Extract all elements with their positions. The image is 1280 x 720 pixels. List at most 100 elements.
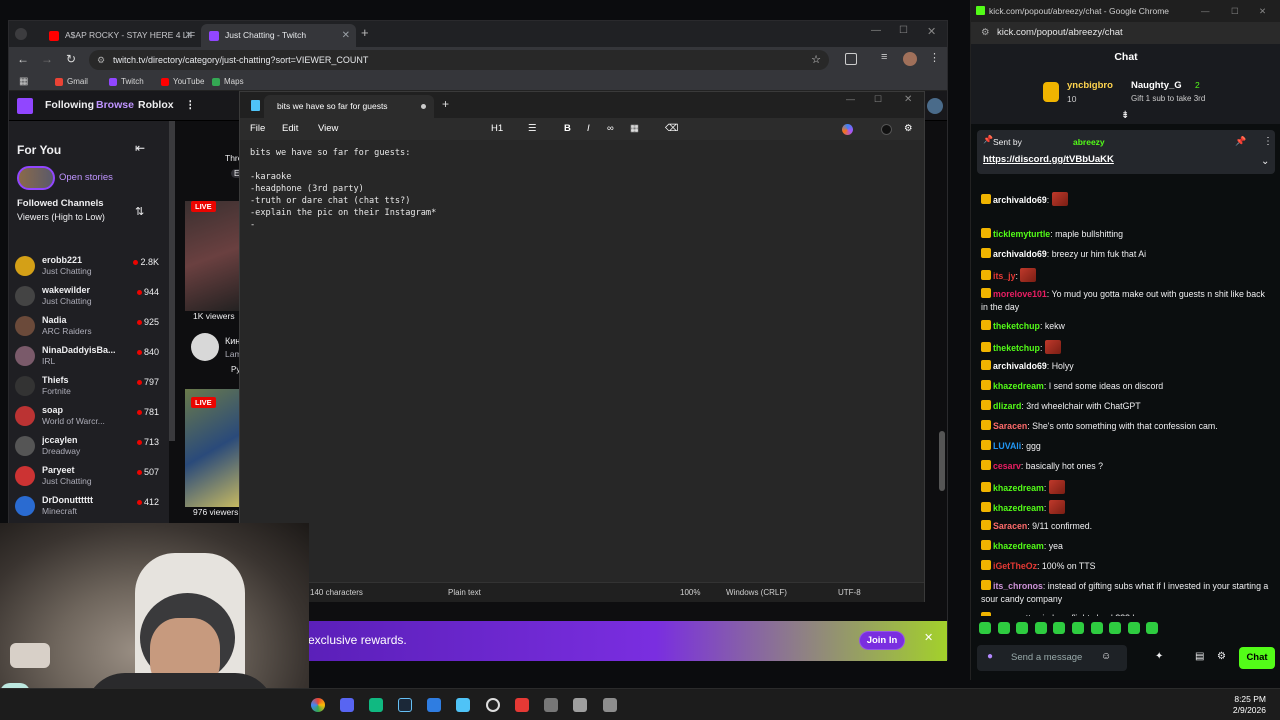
chat-message[interactable]: khazedream: <box>981 480 1273 495</box>
chat-message[interactable]: Saracen: She's onto something with that … <box>981 420 1273 433</box>
main-scrollbar[interactable] <box>939 431 945 491</box>
chat-message[interactable]: khazedream: I send some ideas on discord <box>981 380 1273 393</box>
chat-username[interactable]: cesarv <box>993 461 1021 471</box>
quick-emote-icon[interactable] <box>1072 622 1084 634</box>
notepad-icon[interactable] <box>456 698 470 712</box>
collapse-pin-icon[interactable]: ⌄ <box>1261 156 1269 167</box>
clear-format-icon[interactable]: ⌫ <box>665 123 678 134</box>
notepad-text[interactable]: bits we have so far for guests: -karaoke… <box>250 147 436 231</box>
followed-channel-row[interactable]: NinaDaddyisBa... IRL 840 <box>9 343 169 373</box>
app-icon[interactable] <box>515 698 529 712</box>
table-icon[interactable]: ▦ <box>630 123 639 134</box>
emote-icon[interactable] <box>1044 340 1061 354</box>
new-tab-button[interactable]: + <box>442 97 449 111</box>
kick-url-bar[interactable]: ⚙ kick.com/popout/abreezy/chat <box>971 22 1280 44</box>
quick-emote-icon[interactable] <box>1034 622 1047 634</box>
close-tab-icon[interactable]: ✕ <box>342 24 350 47</box>
media-icon[interactable]: ≡ <box>881 51 887 63</box>
heading-dropdown[interactable]: H1 <box>491 123 503 134</box>
followed-channel-row[interactable]: wakewilder Just Chatting 944 <box>9 283 169 313</box>
nav-following[interactable]: Following <box>45 99 94 111</box>
quick-emote-icon[interactable] <box>979 622 991 634</box>
chat-username[interactable]: LUVAli <box>993 441 1021 451</box>
new-tab-button[interactable]: + <box>361 25 369 40</box>
chrome-menu-icon[interactable]: ⋮ <box>929 51 940 64</box>
chat-username[interactable]: Saracen <box>993 521 1027 531</box>
bookmark-youtube[interactable]: YouTube <box>161 75 204 89</box>
bookmark-gmail[interactable]: Gmail <box>55 75 88 89</box>
chat-username[interactable]: khazedream <box>993 381 1044 391</box>
store-icon[interactable]: ▤ <box>1195 651 1204 662</box>
emote-icon[interactable] <box>1048 480 1065 494</box>
chat-username[interactable]: Saracen <box>993 421 1027 431</box>
quick-emote-icon[interactable] <box>1016 622 1029 634</box>
chat-message[interactable]: khazedream: <box>981 500 1273 515</box>
maximize-icon[interactable]: ☐ <box>874 94 882 105</box>
chat-username[interactable]: its_jy <box>993 271 1016 281</box>
chat-username[interactable]: khazedream <box>993 503 1044 513</box>
followed-channel-row[interactable]: erobb221 Just Chatting 2.8K <box>9 253 169 283</box>
app-icon[interactable] <box>369 698 383 712</box>
quick-emote-icon[interactable] <box>1109 622 1122 634</box>
chat-message[interactable]: theketchup: <box>981 340 1273 355</box>
bookmark-star-icon[interactable]: ☆ <box>811 50 821 70</box>
chat-message[interactable]: khazedream: yea <box>981 540 1273 553</box>
chat-username[interactable]: dlizard <box>993 401 1021 411</box>
notepad-editor[interactable]: bits we have so far for guests: -karaoke… <box>240 140 924 582</box>
open-stories-link[interactable]: Open stories <box>59 172 113 183</box>
chat-message[interactable]: its_chronos: instead of gifting subs wha… <box>981 580 1273 606</box>
menu-view[interactable]: View <box>318 123 338 134</box>
app-icon[interactable] <box>573 698 587 712</box>
tab-twitch[interactable]: Just Chatting - Twitch ✕ <box>201 24 356 47</box>
close-window-icon[interactable]: ✕ <box>927 25 936 38</box>
followed-channel-row[interactable]: DrDonutttttt Minecraft 412 <box>9 493 169 523</box>
chat-username[interactable]: archivaldo69 <box>993 249 1047 259</box>
followed-channel-row[interactable]: jccaylen Dreadway 713 <box>9 433 169 463</box>
maximize-icon[interactable]: ☐ <box>899 25 908 36</box>
user-avatar[interactable] <box>927 98 943 114</box>
second-gifter-name[interactable]: Naughty_G <box>1131 80 1182 91</box>
settings-gear-icon[interactable]: ⚙ <box>1217 651 1226 662</box>
chat-username[interactable]: archivaldo69 <box>993 195 1047 205</box>
list-icon[interactable]: ☰ <box>528 123 537 134</box>
maximize-icon[interactable]: ☐ <box>1231 0 1239 22</box>
obs-icon[interactable] <box>486 698 500 712</box>
format-label[interactable]: Plain text <box>448 588 481 597</box>
chat-username[interactable]: archivaldo69 <box>993 361 1047 371</box>
pinned-author[interactable]: abreezy <box>1073 137 1105 147</box>
stream-thumbnail[interactable] <box>185 201 247 311</box>
unsaved-dot-icon[interactable] <box>421 104 426 109</box>
steam-icon[interactable] <box>398 698 412 712</box>
chat-message[interactable]: iGetTheOz: 100% on TTS <box>981 560 1273 573</box>
encoding[interactable]: UTF-8 <box>838 588 861 597</box>
chat-username[interactable]: theketchup <box>993 343 1040 353</box>
minimize-icon[interactable]: — <box>846 94 855 104</box>
quick-emote-icon[interactable] <box>1090 622 1103 634</box>
chat-message[interactable]: LUVAli: ggg <box>981 440 1273 453</box>
close-window-icon[interactable]: ✕ <box>904 94 912 105</box>
chat-username[interactable]: iGetTheOz <box>993 561 1037 571</box>
line-ending[interactable]: Windows (CRLF) <box>726 588 787 597</box>
emote-icon[interactable] <box>1020 268 1037 282</box>
followed-channel-row[interactable]: soap World of Warcr... 781 <box>9 403 169 433</box>
close-window-icon[interactable]: ✕ <box>1259 0 1266 22</box>
chat-username[interactable]: cesarv <box>993 613 1021 616</box>
system-clock[interactable]: 8:25 PM 2/9/2026 <box>1233 694 1266 716</box>
followed-channel-row[interactable]: Thiefs Fortnite 797 <box>9 373 169 403</box>
followed-channel-row[interactable]: Nadia ARC Raiders 925 <box>9 313 169 343</box>
chat-message[interactable]: cesarv: basically hot ones ? <box>981 460 1273 473</box>
settings-gear-icon[interactable]: ⚙ <box>904 123 913 134</box>
minimize-icon[interactable]: — <box>1201 0 1210 22</box>
extensions-icon[interactable] <box>845 53 857 65</box>
tab-youtube[interactable]: A$AP ROCKY - STAY HERE 4 LIF ✕ <box>41 24 199 47</box>
gift-prompt[interactable]: Gift 1 sub to take 3rd <box>1131 94 1205 103</box>
mic-icon[interactable]: ● <box>987 651 993 662</box>
more-menu-icon[interactable]: ⋮ <box>185 99 196 111</box>
url-input[interactable]: ⚙ twitch.tv/directory/category/just-chat… <box>89 50 829 70</box>
italic-icon[interactable]: I <box>587 123 590 134</box>
chat-message[interactable]: Saracen: 9/11 confirmed. <box>981 520 1273 533</box>
reload-icon[interactable]: ↻ <box>66 52 76 66</box>
chat-message[interactable]: archivaldo69: breezy ur him fuk that Ai <box>981 248 1273 261</box>
join-in-button[interactable]: Join In <box>859 631 905 650</box>
emote-icon[interactable] <box>1048 500 1065 514</box>
